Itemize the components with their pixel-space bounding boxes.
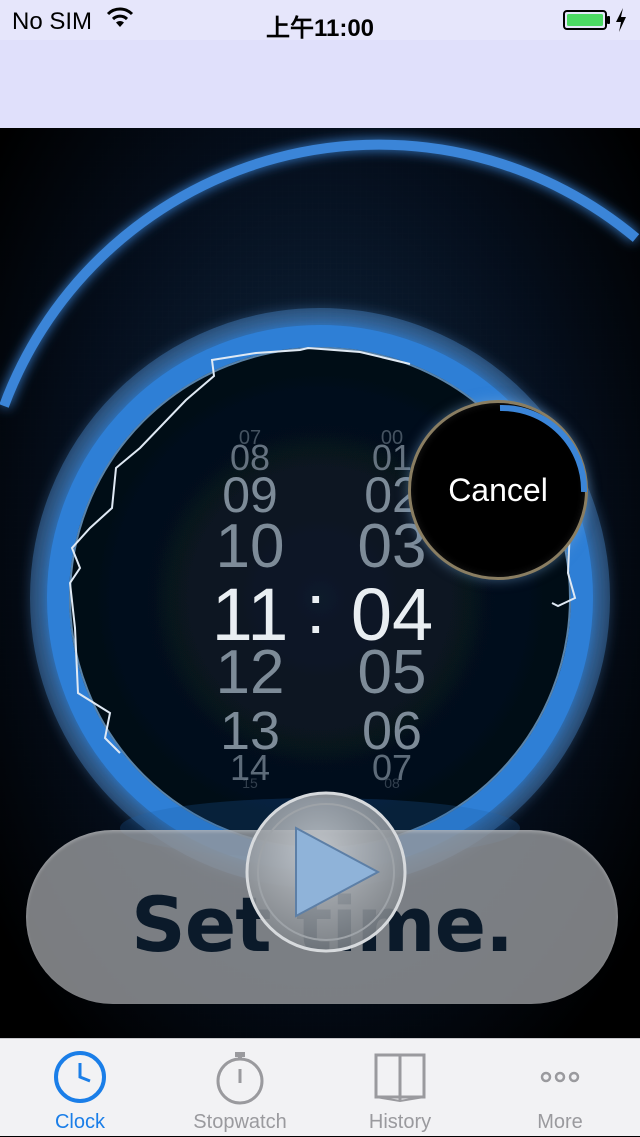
tab-label: Clock [54, 1111, 105, 1133]
tab-label: More [537, 1111, 583, 1133]
tab-label: Stopwatch [193, 1111, 287, 1133]
tab-bar: Clock Stopwatch History More [0, 1038, 640, 1136]
tab-history[interactable]: History [320, 1039, 480, 1137]
minute-option[interactable]: 08 [332, 776, 452, 790]
play-button[interactable] [244, 790, 408, 954]
clock-icon [54, 1051, 106, 1103]
time-separator: : [306, 570, 326, 648]
tab-more[interactable]: More [480, 1039, 640, 1137]
charging-bolt-icon [616, 8, 626, 32]
status-bar: No SIM 上午11:00 [0, 0, 640, 42]
book-icon [374, 1053, 426, 1103]
hour-option[interactable]: 10 [190, 516, 310, 578]
battery-icon [563, 10, 610, 30]
stopwatch-icon [216, 1052, 264, 1105]
navigation-bar [0, 40, 640, 128]
more-icon [540, 1071, 580, 1083]
cancel-progress-arc [499, 404, 588, 493]
tab-label: History [368, 1111, 432, 1133]
hour-option[interactable]: 12 [190, 642, 310, 704]
hour-picker-column[interactable]: 07 08 09 10 11 12 13 14 15 [190, 428, 310, 790]
minute-option[interactable]: 05 [332, 642, 452, 704]
hour-option[interactable]: 15 [190, 776, 310, 790]
tab-clock[interactable]: Clock [0, 1039, 160, 1137]
tab-stopwatch[interactable]: Stopwatch [160, 1039, 320, 1137]
status-time: 上午11:00 [265, 15, 375, 42]
